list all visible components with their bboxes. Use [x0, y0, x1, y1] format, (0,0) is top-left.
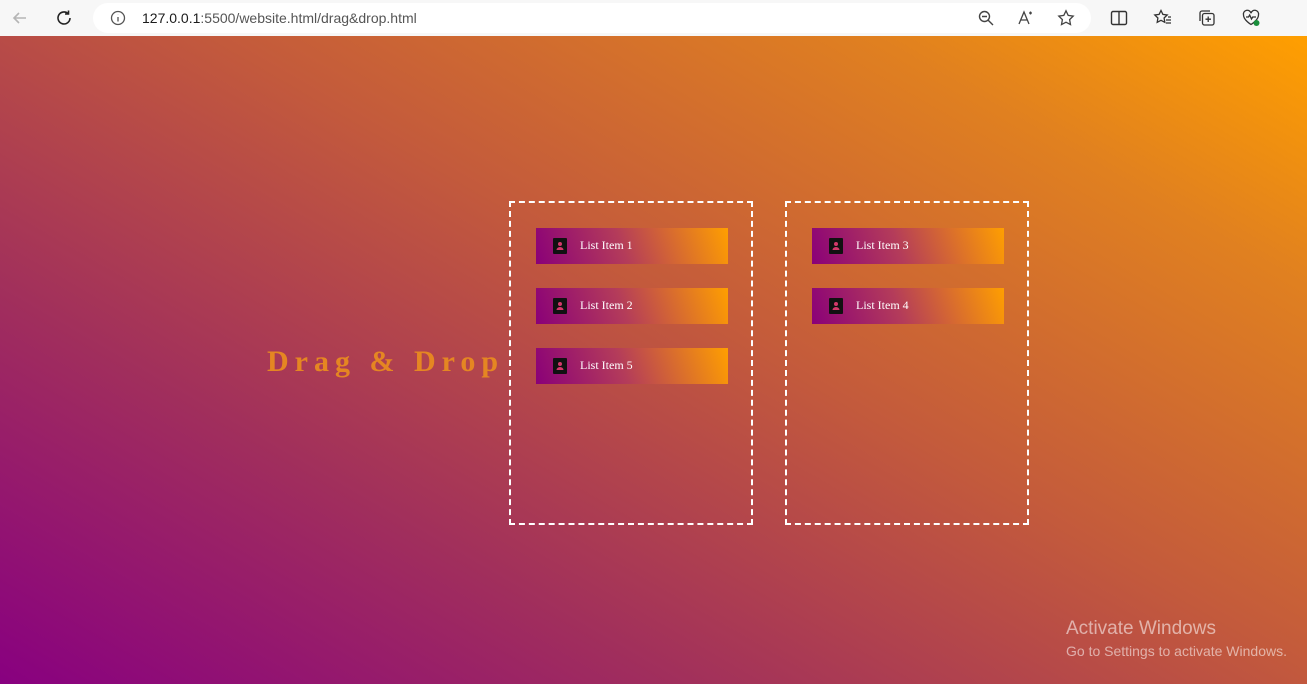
list-item[interactable]: List Item 5 [536, 348, 728, 384]
user-icon [829, 238, 843, 254]
list-item-label: List Item 5 [580, 358, 633, 372]
url-path: :5500/website.html/drag&drop.html [200, 10, 417, 26]
list-item-label: List Item 3 [856, 238, 909, 252]
page-viewport: Drag & Drop List Item 1 List Item 2 List… [0, 36, 1307, 684]
browser-toolbar: 127.0.0.1:5500/website.html/drag&drop.ht… [0, 0, 1307, 36]
list-item-label: List Item 4 [856, 298, 909, 312]
back-button[interactable] [4, 2, 36, 34]
list-item[interactable]: List Item 3 [812, 228, 1004, 264]
address-bar[interactable]: 127.0.0.1:5500/website.html/drag&drop.ht… [93, 3, 1091, 33]
activation-watermark-subtitle: Go to Settings to activate Windows. [1066, 643, 1287, 659]
arrow-left-icon [12, 12, 26, 24]
reload-button[interactable] [48, 2, 80, 34]
collections-icon[interactable] [1197, 8, 1217, 28]
info-icon[interactable] [110, 10, 126, 26]
browser-essentials-icon[interactable] [1241, 8, 1261, 28]
activation-watermark-title: Activate Windows [1066, 618, 1216, 639]
favorites-icon[interactable] [1153, 8, 1173, 28]
user-icon [829, 298, 843, 314]
list-item[interactable]: List Item 2 [536, 288, 728, 324]
drop-zone-left[interactable]: List Item 1 List Item 2 List Item 5 [509, 201, 753, 525]
list-item[interactable]: List Item 4 [812, 288, 1004, 324]
reload-icon [57, 10, 71, 25]
user-icon [553, 238, 567, 254]
read-aloud-icon[interactable] [1017, 9, 1035, 27]
list-item-label: List Item 2 [580, 298, 633, 312]
drop-zone-right[interactable]: List Item 3 List Item 4 [785, 201, 1029, 525]
zoom-out-icon[interactable] [977, 9, 995, 27]
url-text[interactable]: 127.0.0.1:5500/website.html/drag&drop.ht… [142, 10, 417, 26]
page-title: Drag & Drop [267, 345, 505, 378]
split-screen-icon[interactable] [1109, 8, 1129, 28]
list-item-label: List Item 1 [580, 238, 633, 252]
user-icon [553, 358, 567, 374]
url-host: 127.0.0.1 [142, 10, 201, 26]
list-item[interactable]: List Item 1 [536, 228, 728, 264]
user-icon [553, 298, 567, 314]
favorite-star-icon[interactable] [1057, 9, 1075, 27]
